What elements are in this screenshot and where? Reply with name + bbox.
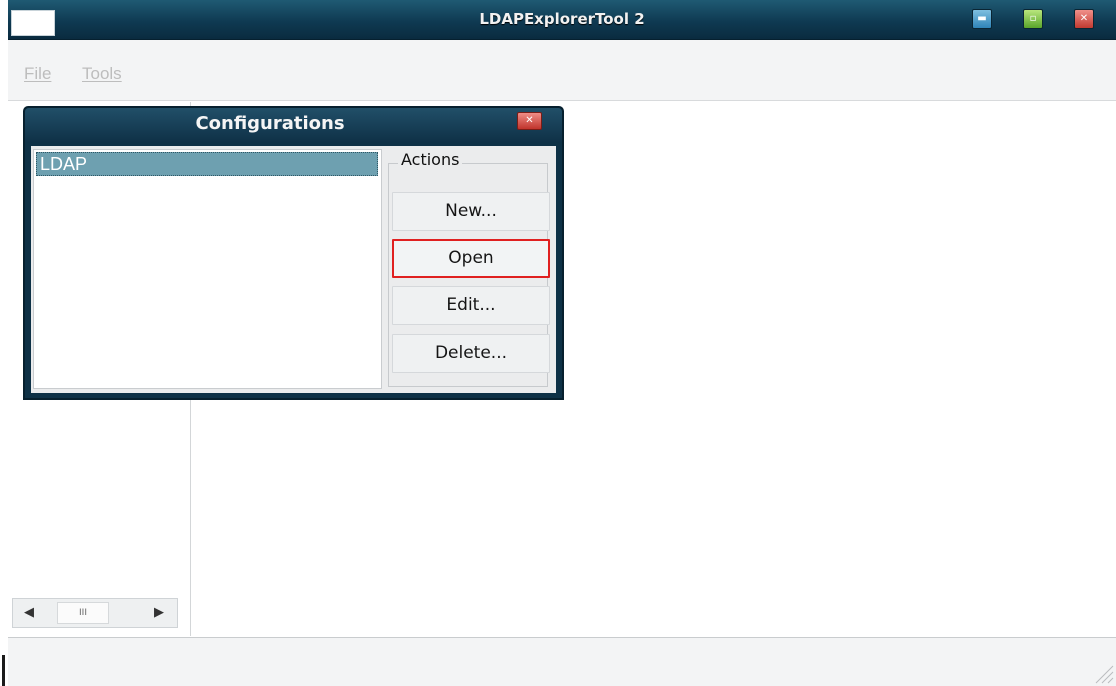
new-button[interactable]: New... — [392, 192, 550, 231]
resize-grip-icon[interactable] — [1088, 658, 1114, 684]
minimize-button[interactable]: ▬ — [972, 9, 992, 29]
list-item-ldap[interactable]: LDAP — [36, 152, 378, 176]
close-button[interactable]: ✕ — [1074, 9, 1094, 29]
delete-button[interactable]: Delete... — [392, 334, 550, 373]
actions-legend: Actions — [398, 150, 463, 169]
edit-button[interactable]: Edit... — [392, 286, 550, 325]
horizontal-scrollbar[interactable]: ◀ III ▶ — [12, 598, 178, 628]
background-window-edge — [0, 0, 8, 686]
window-titlebar[interactable]: LDAPExplorerTool 2 ▬ ▫ ✕ — [8, 0, 1116, 40]
scrollbar-thumb[interactable]: III — [57, 602, 109, 624]
maximize-icon: ▫ — [1029, 13, 1037, 24]
maximize-button[interactable]: ▫ — [1023, 9, 1043, 29]
minimize-icon: ▬ — [977, 13, 987, 24]
dialog-titlebar[interactable]: Configurations ✕ — [25, 108, 562, 142]
scroll-left-arrow-icon[interactable]: ◀ — [19, 603, 39, 623]
scroll-right-arrow-icon[interactable]: ▶ — [149, 603, 169, 623]
status-bar — [8, 637, 1116, 686]
configurations-list[interactable]: LDAP — [33, 149, 382, 389]
dialog-close-button[interactable]: ✕ — [517, 112, 542, 130]
menu-tools[interactable]: Tools — [82, 64, 122, 84]
actions-group: Actions New... Open Edit... Delete... — [383, 150, 554, 390]
close-icon: ✕ — [525, 114, 534, 126]
window-title: LDAPExplorerTool 2 — [479, 10, 645, 28]
close-icon: ✕ — [1079, 13, 1089, 24]
dialog-title: Configurations — [195, 113, 345, 134]
menu-bar: File Tools — [8, 40, 1116, 101]
background-window-edge-mark — [2, 655, 5, 686]
open-button[interactable]: Open — [392, 239, 550, 278]
dialog-body: LDAP Actions New... Open Edit... Delete.… — [31, 146, 556, 393]
configurations-dialog: Configurations ✕ LDAP Actions New... Ope… — [23, 106, 564, 400]
menu-file[interactable]: File — [24, 64, 51, 84]
